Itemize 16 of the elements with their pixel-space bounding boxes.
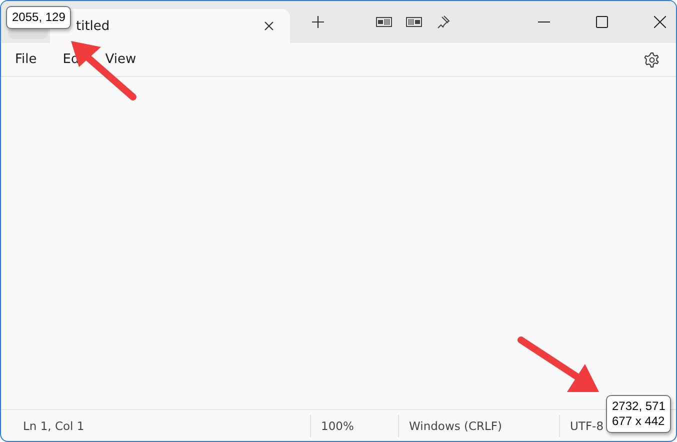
status-text: Ln 1, Col 1	[1, 414, 311, 436]
menu-item[interactable]: File	[15, 52, 37, 67]
pin-icon[interactable]	[436, 15, 450, 29]
menu-item[interactable]: View	[105, 52, 136, 67]
new-tab-icon[interactable]	[312, 16, 324, 28]
window-layout-icon[interactable]	[376, 17, 392, 27]
status-text: 100%	[311, 414, 399, 436]
window-layout-icon[interactable]	[406, 17, 422, 27]
maximize-icon[interactable]	[596, 16, 608, 28]
coordinate-tooltip: 2055, 129	[6, 6, 72, 29]
status-text: Windows (CRLF)	[399, 414, 560, 436]
settings-icon[interactable]	[644, 52, 660, 68]
coordinate-tooltip: 2732, 571 677 x 442	[606, 395, 672, 433]
status-text: UTF-8	[569, 418, 605, 434]
close-icon[interactable]	[654, 16, 666, 28]
close-tab-icon[interactable]	[264, 21, 274, 31]
